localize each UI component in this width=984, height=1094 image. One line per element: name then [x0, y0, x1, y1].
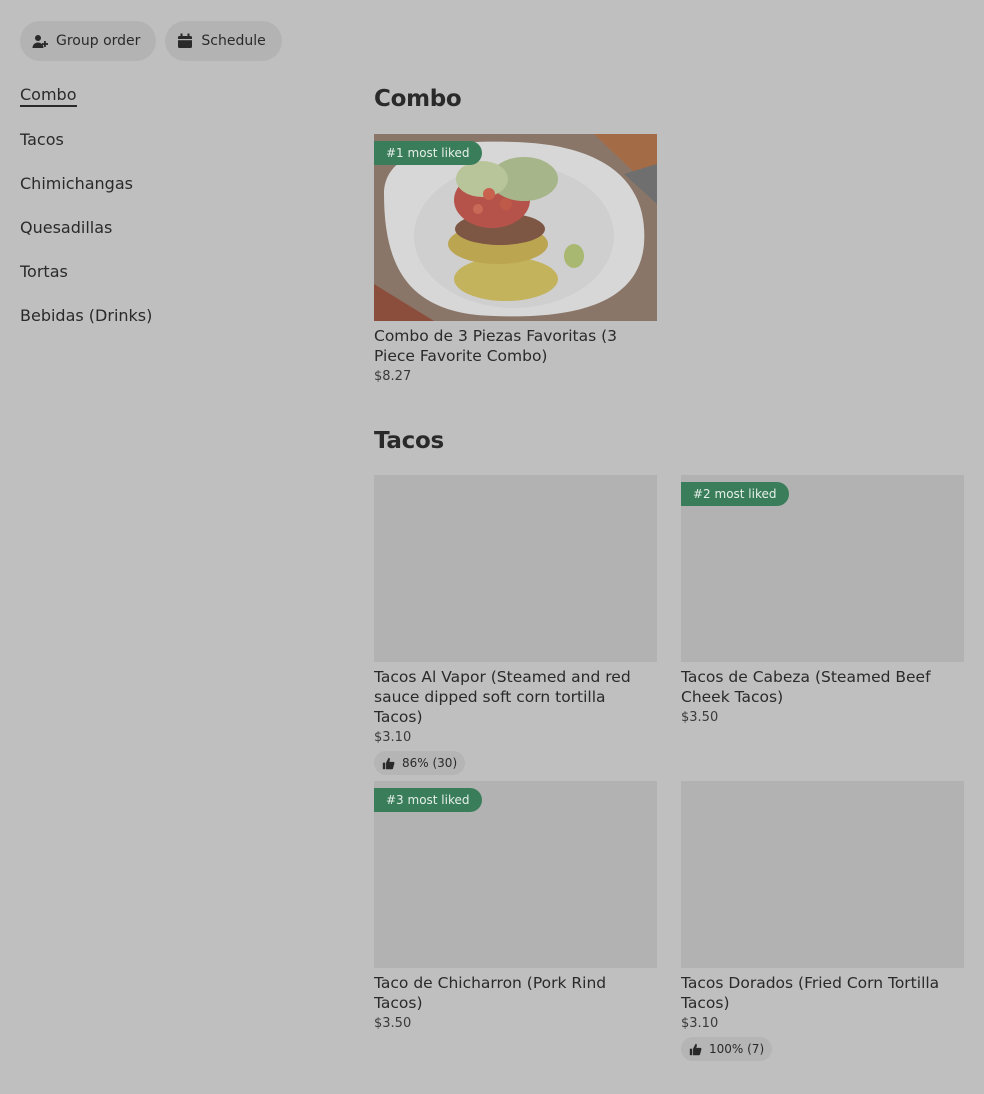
menu-item-price: $3.50	[374, 1016, 412, 1031]
top-actions: Group order Schedule	[20, 21, 282, 61]
schedule-label: Schedule	[201, 33, 266, 49]
menu-item-name: Combo de 3 Piezas Favoritas (3 Piece Fav…	[374, 327, 618, 365]
menu-item-price: $8.27	[374, 369, 412, 384]
menu-item-image: #1 most liked	[374, 134, 657, 321]
menu-item-name: Tacos Al Vapor (Steamed and red sauce di…	[374, 668, 631, 726]
group-order-label: Group order	[56, 33, 141, 49]
category-nav: Combo Tacos Chimichangas Quesadillas Tor…	[20, 84, 320, 349]
sidebar-item-tortas[interactable]: Tortas	[20, 261, 320, 305]
thumbs-up-icon	[689, 1043, 702, 1055]
group-order-button[interactable]: Group order	[20, 21, 157, 61]
menu-item-image	[374, 475, 657, 662]
rating-badge: 100% (7)	[681, 1037, 773, 1061]
most-liked-badge: #3 most liked	[374, 788, 482, 812]
menu-item-card[interactable]: #3 most liked Taco de Chicharron (Pork R…	[374, 781, 657, 1031]
menu-item-price: $3.10	[681, 1016, 719, 1031]
sidebar-item-chimichangas[interactable]: Chimichangas	[20, 173, 320, 217]
calendar-icon	[178, 33, 193, 48]
sidebar-item-quesadillas[interactable]: Quesadillas	[20, 217, 320, 261]
person-add-icon	[32, 35, 48, 48]
rating-text: 100% (7)	[709, 1042, 765, 1056]
menu-item-card[interactable]: Tacos Dorados (Fried Corn Tortilla Tacos…	[681, 781, 964, 1061]
schedule-button[interactable]: Schedule	[165, 21, 282, 61]
most-liked-badge: #1 most liked	[374, 141, 482, 165]
sidebar-item-bebidas[interactable]: Bebidas (Drinks)	[20, 305, 320, 349]
menu-item-name: Taco de Chicharron (Pork Rind Tacos)	[374, 974, 607, 1012]
sidebar-item-tacos[interactable]: Tacos	[20, 129, 320, 173]
sidebar-item-combo[interactable]: Combo	[20, 84, 320, 128]
menu-item-image	[681, 781, 964, 968]
menu-item-name: Tacos de Cabeza (Steamed Beef Cheek Taco…	[681, 668, 931, 706]
menu-item-image: #3 most liked	[374, 781, 657, 968]
menu-item-card[interactable]: Tacos Al Vapor (Steamed and red sauce di…	[374, 475, 657, 775]
section-title-tacos: Tacos	[374, 428, 444, 454]
menu-item-price: $3.50	[681, 710, 719, 725]
menu-item-card[interactable]: #1 most liked Combo de 3 Piezas Favorita…	[374, 134, 657, 384]
menu-item-card[interactable]: #2 most liked Tacos de Cabeza (Steamed B…	[681, 475, 964, 725]
menu-item-name: Tacos Dorados (Fried Corn Tortilla Tacos…	[681, 974, 940, 1012]
most-liked-badge: #2 most liked	[681, 482, 789, 506]
menu-item-image: #2 most liked	[681, 475, 964, 662]
section-title-combo: Combo	[374, 86, 462, 112]
rating-text: 86% (30)	[402, 756, 458, 770]
thumbs-up-icon	[382, 757, 395, 769]
menu-item-price: $3.10	[374, 730, 412, 745]
rating-badge: 86% (30)	[374, 751, 466, 775]
